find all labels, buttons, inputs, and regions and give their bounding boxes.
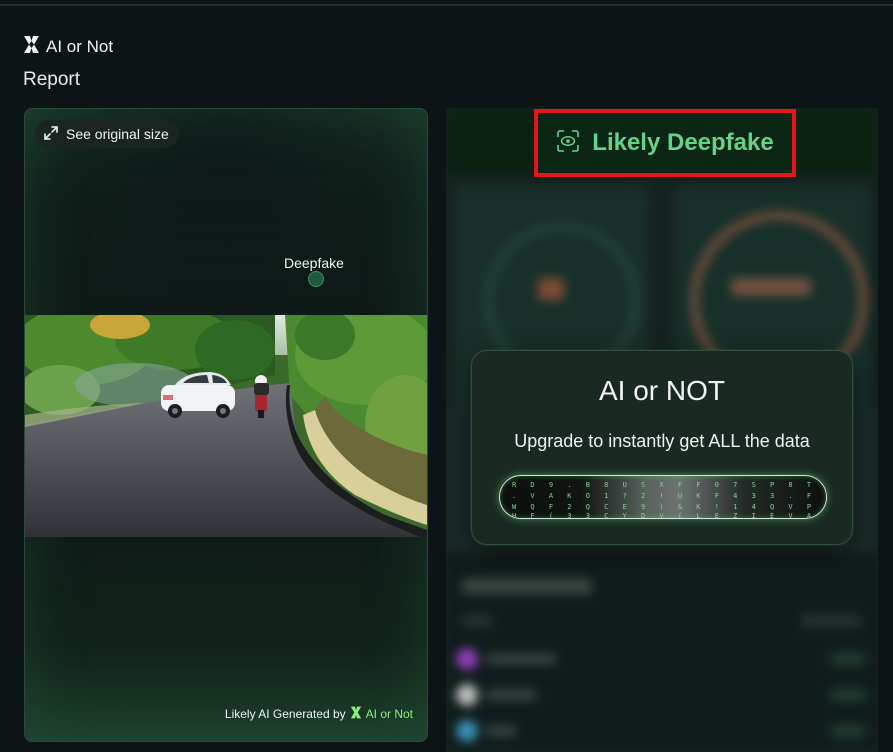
detection-marker[interactable] xyxy=(308,271,324,287)
verdict-text: Likely Deepfake xyxy=(592,129,774,156)
ai-or-not-logo-icon xyxy=(23,35,40,59)
verdict-badge: Likely Deepfake xyxy=(534,109,796,177)
top-divider xyxy=(0,4,893,6)
see-original-size-button[interactable]: See original size xyxy=(35,120,179,148)
upgrade-button[interactable]: R D 9 . B 8 U S X F F 0 7 S P 8 T T X 5 … xyxy=(499,475,827,519)
image-preview-panel: See original size Deepfake Likely AI Gen… xyxy=(24,108,428,742)
watermark-logo-icon xyxy=(350,706,362,722)
analysis-panel: Likely Deepfake AI or NOT Upgrade to ins… xyxy=(446,108,878,752)
analyzed-photo xyxy=(25,315,427,537)
upgrade-text: Upgrade to instantly get ALL the data xyxy=(514,431,810,451)
face-scan-icon xyxy=(556,129,580,158)
brand-name: AI or Not xyxy=(46,37,114,56)
watermark: Likely AI Generated by AI or Not xyxy=(225,706,413,722)
upgrade-card: AI or NOT Upgrade to instantly get ALL t… xyxy=(471,350,853,545)
detection-label: Deepfake xyxy=(284,255,344,271)
upgrade-title: AI or NOT xyxy=(598,375,725,406)
brand[interactable]: AI or Not xyxy=(23,35,113,59)
watermark-prefix: Likely AI Generated by xyxy=(224,707,346,721)
see-original-size-label: See original size xyxy=(66,126,169,142)
watermark-brand: AI or Not xyxy=(365,707,413,721)
page-title: Report xyxy=(23,69,81,90)
expand-icon xyxy=(44,125,58,143)
